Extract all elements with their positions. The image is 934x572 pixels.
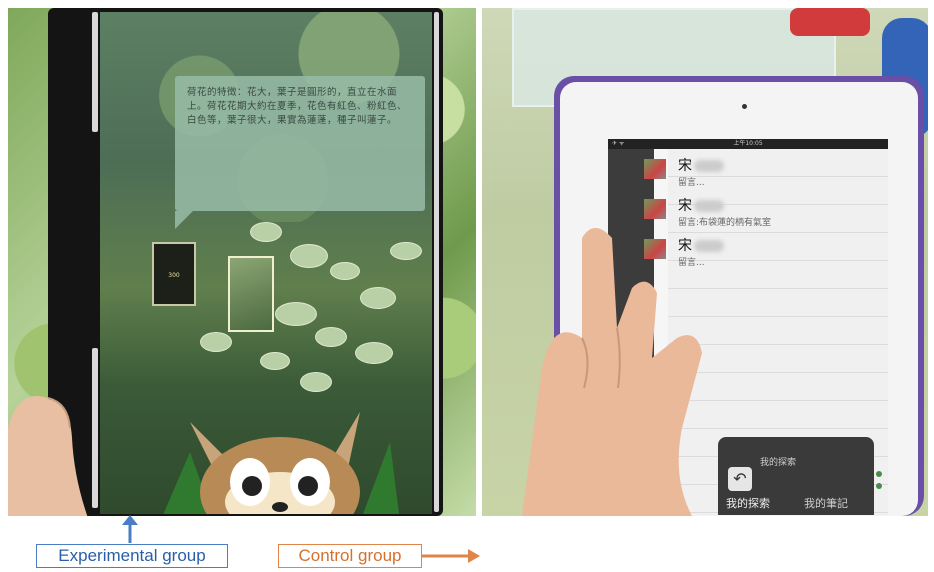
control-group-label: Control group [278,544,422,568]
status-time: 上午10:05 [733,140,763,147]
message-author: 宋 [678,158,692,174]
message-body: 留言... [678,178,705,188]
hand-holding-tablet [8,396,88,516]
lily-pad [390,242,422,260]
lily-pad [200,332,232,352]
experimental-group-label: Experimental group [36,544,228,568]
wifi-icon: ✈ ᯤ [612,140,625,147]
tablet-left: 荷花的特徵：花大，葉子是圓形的，直立在水面上。荷花花期大約在夏季，花色有紅色、粉… [48,8,443,516]
right-rail [434,12,439,512]
message-author: 宋 [678,198,692,214]
deer-mascot [163,412,399,514]
tab-my-notes[interactable]: 我的筆記 [804,495,848,511]
lily-pad [355,342,393,364]
lily-pad [360,287,396,309]
lily-pad [260,352,290,370]
control-photo: ✈ ᯤ 上午10:05 宋 留言... 宋 留言:布袋蓮的柄有氣室 宋 留言..… [482,8,928,516]
plant-info-bubble: 荷花的特徵：花大，葉子是圓形的，直立在水面上。荷花花期大約在夏季，花色有紅色、粉… [175,76,425,229]
status-bar: ✈ ᯤ 上午10:05 [608,139,888,149]
lily-pad [290,244,328,268]
camera-icon [742,104,747,109]
hand-touching-screen [522,228,702,516]
page-dots[interactable] [876,465,884,495]
lily-pad [330,262,360,280]
blurred-name [694,199,724,212]
lily-pad [275,302,317,326]
thumbnail-label: 300 [168,272,180,279]
plant-photo-thumbnail[interactable] [228,256,274,332]
avatar[interactable] [644,159,666,179]
plant-thumbnail-marker[interactable]: 300 [152,242,196,306]
list-item[interactable]: 宋 留言... [678,155,724,188]
lily-pad [315,327,347,347]
right-arrow-icon [422,549,480,563]
ar-camera-view[interactable]: 荷花的特徵：花大，葉子是圓形的，直立在水面上。荷花花期大約在夏季，花色有紅色、粉… [100,12,432,514]
lily-pad [250,222,282,242]
up-arrow-icon [122,515,138,543]
experimental-photo: 荷花的特徵：花大，葉子是圓形的，直立在水面上。荷花花期大約在夏季，花色有紅色、粉… [8,8,476,516]
red-lid [790,8,870,36]
panel-title: 我的探索 [760,458,797,468]
plant-info-text: 荷花的特徵：花大，葉子是圓形的，直立在水面上。荷花花期大約在夏季，花色有紅色、粉… [187,87,408,126]
avatar[interactable] [644,199,666,219]
blurred-name [694,159,724,172]
left-rail-top [92,12,98,132]
